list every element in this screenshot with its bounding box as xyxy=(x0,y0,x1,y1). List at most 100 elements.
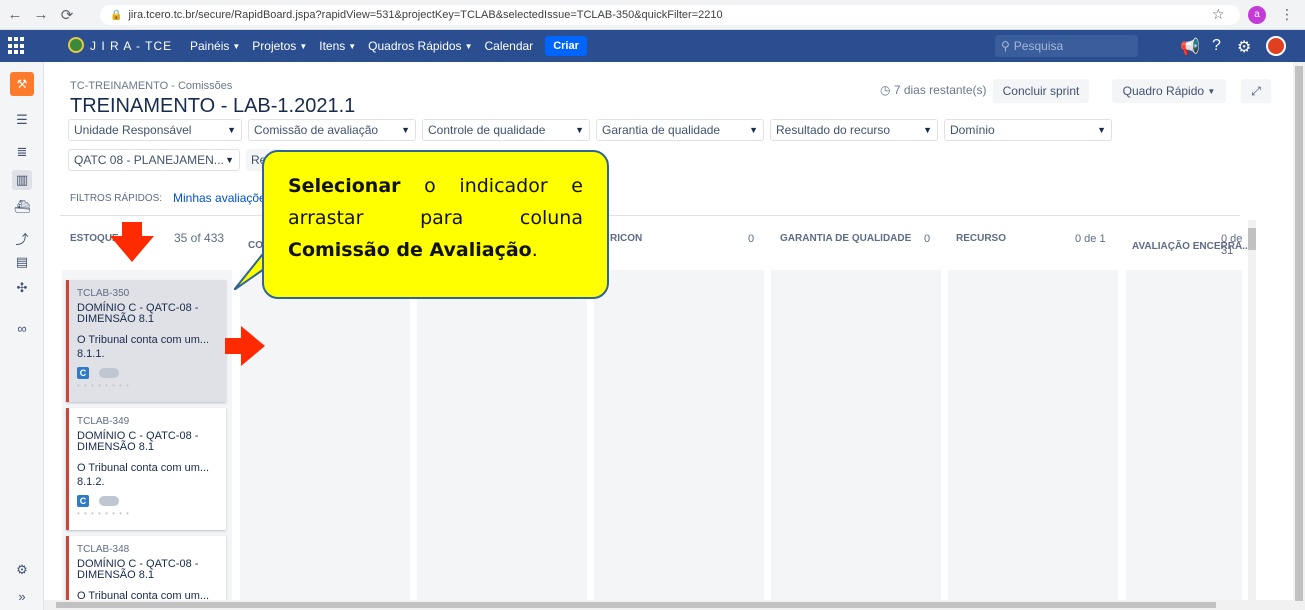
card-footer: C xyxy=(77,367,218,379)
column-header-recurso: RECURSO xyxy=(956,233,1007,244)
status-pill xyxy=(99,496,119,506)
quick-filters-label: FILTROS RÁPIDOS: xyxy=(70,193,163,204)
profile-avatar[interactable]: a xyxy=(1248,6,1266,24)
nav-projetos[interactable]: Projetos ▼ xyxy=(252,39,307,53)
callout-bold-column: Comissão de Avaliação xyxy=(288,239,532,261)
horizontal-scroll-thumb[interactable] xyxy=(56,602,1216,608)
issue-summary: DOMÍNIO C - QATC-08 - DIMENSÃO 8.1 xyxy=(77,430,199,453)
issue-description: O Tribunal conta com um... xyxy=(77,590,210,600)
forward-icon[interactable]: → xyxy=(30,4,52,26)
layers-icon[interactable]: ≣ xyxy=(12,142,32,162)
back-icon[interactable]: ← xyxy=(4,4,26,26)
column-encerrada[interactable] xyxy=(1126,270,1242,605)
breadcrumb[interactable]: TC-TREINAMENTO - Comissões xyxy=(70,80,232,92)
column-3[interactable] xyxy=(417,270,587,605)
address-bar[interactable]: 🔒 jira.tcero.tc.br/secure/RapidBoard.jsp… xyxy=(100,5,1240,25)
main-menu: Painéis ▼ Projetos ▼ Itens ▼ Quadros Rápido… xyxy=(190,30,587,62)
settings-icon[interactable]: ⚙ xyxy=(12,560,32,580)
app-switcher-icon[interactable] xyxy=(8,37,26,55)
filter-garantia[interactable]: Garantia de qualidade ▼ xyxy=(596,119,764,141)
arrow-down-annotation xyxy=(110,222,154,262)
gear-icon[interactable]: ⚙ xyxy=(1237,37,1251,57)
filter-dominio[interactable]: Domínio ▼ xyxy=(944,119,1112,141)
issue-card[interactable]: TCLAB-349 DOMÍNIO C - QATC-08 - DIMENSÃO… xyxy=(66,408,226,530)
issue-card[interactable]: TCLAB-350 DOMÍNIO C - QATC-08 - DIMENSÃO… xyxy=(66,280,226,402)
reports-icon[interactable]: ⤴ xyxy=(12,228,32,248)
column-ricon[interactable] xyxy=(594,270,764,605)
column-count-recurso: 0 de 1 xyxy=(1075,233,1106,245)
column-count-encerrada: 0 de 31 xyxy=(1221,233,1243,257)
chevron-down-icon: ▼ xyxy=(749,125,758,135)
fullscreen-icon[interactable]: ⤢ xyxy=(1241,79,1271,103)
chevron-down-icon: ▼ xyxy=(227,125,236,135)
browser-menu-icon[interactable]: ⋮ xyxy=(1280,6,1294,23)
arrow-right-annotation xyxy=(225,326,265,366)
create-button[interactable]: Criar xyxy=(545,36,587,56)
chevron-down-icon: ▼ xyxy=(225,155,234,165)
column-garantia[interactable] xyxy=(771,270,941,605)
clock-icon: ◷ xyxy=(880,83,891,97)
nav-quadros-rapidos[interactable]: Quadros Rápidos ▼ xyxy=(368,39,472,53)
board-scroll-thumb[interactable] xyxy=(1248,228,1256,250)
chevron-down-icon: ▼ xyxy=(299,41,308,51)
column-count-garantia: 0 xyxy=(924,233,931,245)
issue-type-icon: C xyxy=(77,367,89,379)
issues-icon[interactable]: ▤ xyxy=(12,252,32,272)
board-icon[interactable]: ▥ xyxy=(12,170,32,190)
jira-top-nav: J I R A - TCE Painéis ▼ Projetos ▼ Itens ▼ … xyxy=(0,30,1305,62)
user-avatar[interactable] xyxy=(1266,36,1286,56)
filter-resultado[interactable]: Resultado do recurso ▼ xyxy=(770,119,938,141)
project-avatar-icon[interactable]: ⚒ xyxy=(10,72,34,96)
issue-key[interactable]: TCLAB-348 xyxy=(77,544,218,555)
filter-label: Domínio xyxy=(950,123,995,137)
ship-icon[interactable]: ⛴ xyxy=(12,197,32,217)
filter-comissao[interactable]: Comissão de avaliação ▼ xyxy=(248,119,416,141)
jira-logo-text[interactable]: J I R A - TCE xyxy=(90,39,172,53)
issue-description: O Tribunal conta com um... 8.1.2. xyxy=(77,462,210,488)
filter-label: Resultado do recurso xyxy=(776,123,891,137)
backlog-icon[interactable]: ☰ xyxy=(12,110,32,130)
issue-card[interactable]: TCLAB-348 DOMÍNIO C - QATC-08 - DIMENSÃO… xyxy=(66,536,226,600)
nav-paineis[interactable]: Painéis ▼ xyxy=(190,39,240,53)
filter-controle[interactable]: Controle de qualidade ▼ xyxy=(422,119,590,141)
jira-logo-icon[interactable] xyxy=(68,37,84,53)
board-scrollbar[interactable] xyxy=(1248,220,1256,600)
filter-label: Controle de qualidade xyxy=(428,123,546,137)
horizontal-scrollbar[interactable] xyxy=(44,600,1294,610)
reload-icon[interactable]: ⟳ xyxy=(56,4,78,26)
expand-sidebar-icon[interactable]: » xyxy=(12,586,32,606)
column-count-ricon: 0 xyxy=(748,233,755,245)
complete-sprint-button[interactable]: Concluir sprint xyxy=(993,79,1089,103)
filter-qatc[interactable]: QATC 08 - PLANEJAMEN... ▼ xyxy=(68,149,240,171)
link-icon[interactable]: ∞ xyxy=(12,318,32,338)
nav-calendar[interactable]: Calendar xyxy=(484,39,533,53)
column-comissao[interactable] xyxy=(240,270,410,605)
bookmark-star-icon[interactable]: ☆ xyxy=(1212,6,1225,23)
megaphone-icon[interactable]: 📢 xyxy=(1180,37,1200,57)
filter-row: Unidade Responsável ▼ Comissão de avaliaç… xyxy=(68,119,1112,141)
filter-label: Garantia de qualidade xyxy=(602,123,721,137)
page-scroll-thumb[interactable] xyxy=(1295,66,1303,601)
components-icon[interactable]: ✣ xyxy=(12,278,32,298)
page-scrollbar[interactable] xyxy=(1293,62,1305,610)
chevron-down-icon: ▼ xyxy=(464,41,473,51)
column-header-garantia: GARANTIA DE QUALIDADE xyxy=(780,233,912,244)
issue-description: O Tribunal conta com um... 8.1.1. xyxy=(77,334,210,360)
quick-board-button[interactable]: Quadro Rápido ▼ xyxy=(1112,79,1226,103)
page-title: TREINAMENTO - LAB-1.2021.1 xyxy=(70,95,356,117)
help-icon[interactable]: ? xyxy=(1212,37,1221,55)
days-remaining-text: 7 dias restante(s) xyxy=(893,83,987,97)
nav-itens[interactable]: Itens ▼ xyxy=(319,39,356,53)
progress-dots: • • • • • • • • xyxy=(77,381,130,390)
filter-label: Comissão de avaliação xyxy=(254,123,379,137)
nav-label: Projetos xyxy=(252,39,297,53)
chevron-down-icon: ▼ xyxy=(1207,86,1216,96)
chevron-down-icon: ▼ xyxy=(401,125,410,135)
filter-row-2: QATC 08 - PLANEJAMEN... ▼ Re xyxy=(68,149,286,171)
quick-filter-my-evaluations[interactable]: Minhas avaliaçõe xyxy=(173,191,266,205)
issue-key[interactable]: TCLAB-350 xyxy=(77,288,218,299)
search-input[interactable]: ⚲ Pesquisa xyxy=(995,35,1138,57)
filter-unidade[interactable]: Unidade Responsável ▼ xyxy=(68,119,242,141)
issue-key[interactable]: TCLAB-349 xyxy=(77,416,218,427)
column-recurso[interactable] xyxy=(948,270,1118,605)
